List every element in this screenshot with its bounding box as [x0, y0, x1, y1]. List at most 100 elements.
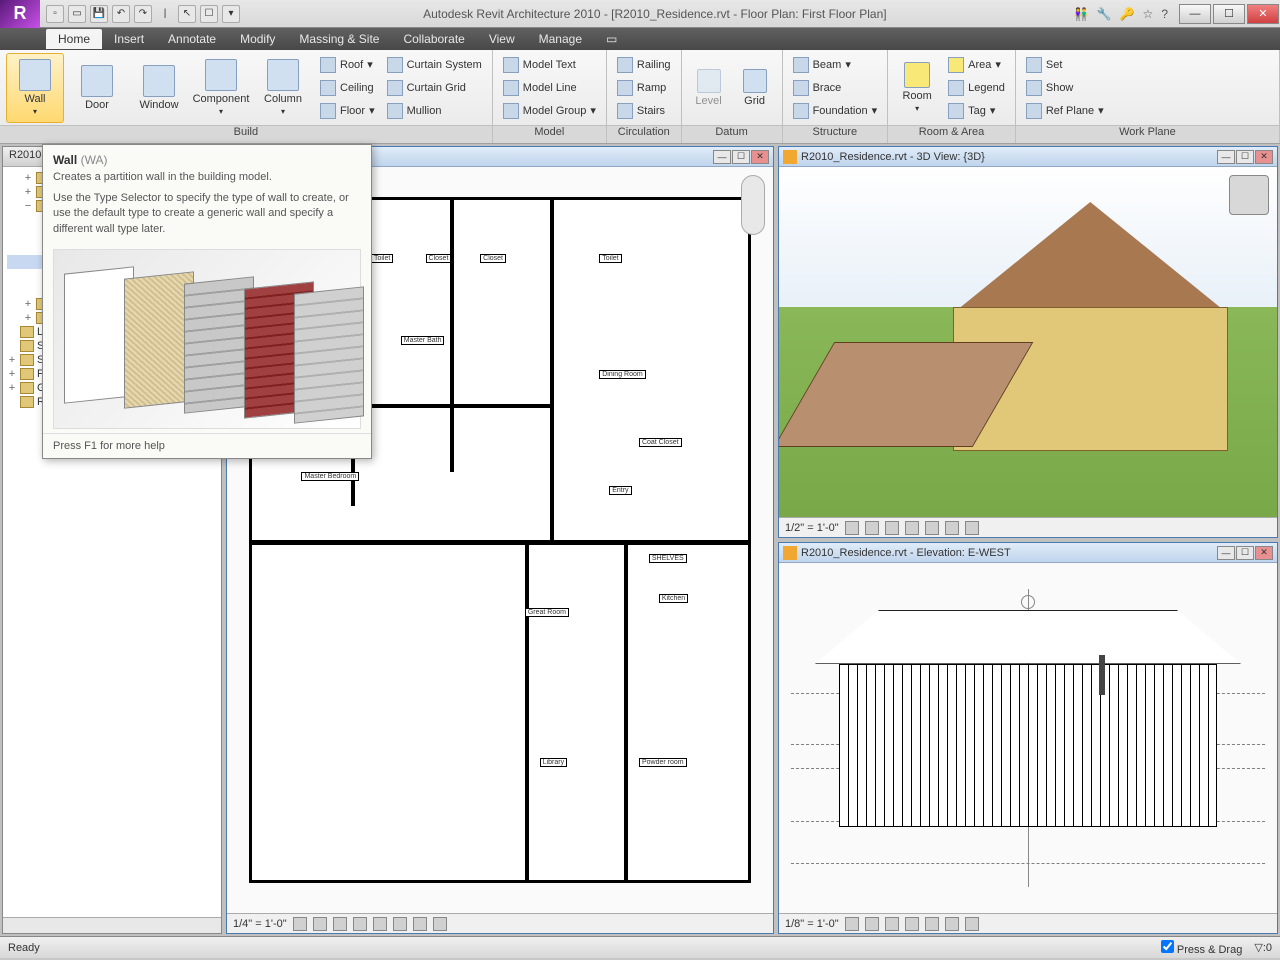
- dropdown-icon[interactable]: ▾: [222, 5, 240, 23]
- box-icon[interactable]: ☐: [200, 5, 218, 23]
- visual-style-icon[interactable]: [865, 521, 879, 535]
- visual-style-icon[interactable]: [313, 917, 327, 931]
- tab-extra-icon[interactable]: ▭: [594, 29, 629, 49]
- crop-icon[interactable]: [925, 917, 939, 931]
- tab-view[interactable]: View: [477, 29, 527, 49]
- tab-home[interactable]: Home: [46, 29, 102, 49]
- open-icon[interactable]: ▭: [68, 5, 86, 23]
- shadows-icon[interactable]: [905, 521, 919, 535]
- ceiling-button[interactable]: Ceiling: [316, 77, 379, 99]
- component-button[interactable]: Component▾: [192, 53, 250, 123]
- modify-icon[interactable]: ↖: [178, 5, 196, 23]
- hide-icon[interactable]: [945, 521, 959, 535]
- nav-wheel-icon[interactable]: [741, 175, 765, 235]
- hide-icon[interactable]: [413, 917, 427, 931]
- star-icon[interactable]: ☆: [1143, 7, 1154, 21]
- model-text-button[interactable]: Model Text: [499, 54, 600, 76]
- crop-region-icon[interactable]: [393, 917, 407, 931]
- tab-modify[interactable]: Modify: [228, 29, 287, 49]
- vp-3d-canvas[interactable]: [779, 167, 1277, 517]
- legend-button[interactable]: Legend: [944, 77, 1009, 99]
- vp-max-icon[interactable]: ☐: [1236, 150, 1254, 164]
- shadows-icon[interactable]: [905, 917, 919, 931]
- vp-elev-scale[interactable]: 1/8" = 1'-0": [785, 918, 839, 930]
- ref-plane-button[interactable]: Ref Plane ▾: [1022, 100, 1108, 122]
- window-button[interactable]: Window: [130, 53, 188, 123]
- vp-floor-scale[interactable]: 1/4" = 1'-0": [233, 918, 287, 930]
- tab-insert[interactable]: Insert: [102, 29, 156, 49]
- wall-button[interactable]: Wall▾: [6, 53, 64, 123]
- room-button[interactable]: Room▾: [894, 53, 940, 123]
- vp-3d-scale[interactable]: 1/2" = 1'-0": [785, 522, 839, 534]
- vp-close-icon[interactable]: ✕: [751, 150, 769, 164]
- browser-scrollbar[interactable]: [3, 917, 221, 933]
- curtain-system-button[interactable]: Curtain System: [383, 54, 486, 76]
- maximize-button[interactable]: ☐: [1213, 4, 1245, 24]
- curtain-grid-button[interactable]: Curtain Grid: [383, 77, 486, 99]
- model-group-button[interactable]: Model Group ▾: [499, 100, 600, 122]
- reveal-icon[interactable]: [965, 521, 979, 535]
- column-button[interactable]: Column▾: [254, 53, 312, 123]
- viewcube-icon[interactable]: [1229, 175, 1269, 215]
- minimize-button[interactable]: —: [1179, 4, 1211, 24]
- vp-min-icon[interactable]: —: [1217, 546, 1235, 560]
- beam-button[interactable]: Beam ▾: [789, 54, 882, 76]
- tab-massing-site[interactable]: Massing & Site: [287, 29, 391, 49]
- vp-max-icon[interactable]: ☐: [732, 150, 750, 164]
- vp-3d-titlebar[interactable]: R2010_Residence.rvt - 3D View: {3D} — ☐ …: [779, 147, 1277, 167]
- ramp-button[interactable]: Ramp: [613, 77, 675, 99]
- tag-button[interactable]: Tag ▾: [944, 100, 1009, 122]
- wrench-icon[interactable]: 🔧: [1097, 7, 1112, 21]
- close-button[interactable]: ✕: [1247, 4, 1279, 24]
- vp-min-icon[interactable]: —: [713, 150, 731, 164]
- vp-min-icon[interactable]: —: [1217, 150, 1235, 164]
- door-button[interactable]: Door: [68, 53, 126, 123]
- visual-style-icon[interactable]: [865, 917, 879, 931]
- detail-level-icon[interactable]: [845, 521, 859, 535]
- set-button[interactable]: Set: [1022, 54, 1108, 76]
- reveal-icon[interactable]: [433, 917, 447, 931]
- railing-button[interactable]: Railing: [613, 54, 675, 76]
- undo-icon[interactable]: ↶: [112, 5, 130, 23]
- model-line-button[interactable]: Model Line: [499, 77, 600, 99]
- floor-button[interactable]: Floor ▾: [316, 100, 379, 122]
- sun-path-icon[interactable]: [333, 917, 347, 931]
- vp-elev-canvas[interactable]: [779, 563, 1277, 913]
- tab-collaborate[interactable]: Collaborate: [391, 29, 476, 49]
- help-icon[interactable]: ?: [1161, 7, 1168, 21]
- detail-level-icon[interactable]: [293, 917, 307, 931]
- vp-close-icon[interactable]: ✕: [1255, 546, 1273, 560]
- mullion-button[interactable]: Mullion: [383, 100, 486, 122]
- filter-icon[interactable]: ▽:0: [1254, 941, 1272, 954]
- brace-button[interactable]: Brace: [789, 77, 882, 99]
- stairs-button[interactable]: Stairs: [613, 100, 675, 122]
- save-icon[interactable]: 💾: [90, 5, 108, 23]
- show-button[interactable]: Show: [1022, 77, 1108, 99]
- hide-icon[interactable]: [945, 917, 959, 931]
- redo-icon[interactable]: ↷: [134, 5, 152, 23]
- new-icon[interactable]: ▫: [46, 5, 64, 23]
- foundation-button[interactable]: Foundation ▾: [789, 100, 882, 122]
- mullion-icon: [387, 103, 403, 119]
- area-button[interactable]: Area ▾: [944, 54, 1009, 76]
- binoculars-icon[interactable]: 👫: [1074, 7, 1089, 21]
- sun-path-icon[interactable]: [885, 917, 899, 931]
- reveal-icon[interactable]: [965, 917, 979, 931]
- crop-icon[interactable]: [373, 917, 387, 931]
- detail-level-icon[interactable]: [845, 917, 859, 931]
- shadows-icon[interactable]: [353, 917, 367, 931]
- sun-path-icon[interactable]: [885, 521, 899, 535]
- tab-manage[interactable]: Manage: [527, 29, 594, 49]
- roof-button[interactable]: Roof ▾: [316, 54, 379, 76]
- tab-annotate[interactable]: Annotate: [156, 29, 228, 49]
- vp-close-icon[interactable]: ✕: [1255, 150, 1273, 164]
- press-drag-toggle[interactable]: Press & Drag: [1161, 940, 1242, 956]
- vp-elev-titlebar[interactable]: R2010_Residence.rvt - Elevation: E-WEST …: [779, 543, 1277, 563]
- level-button[interactable]: Level: [688, 53, 730, 123]
- crop-icon[interactable]: [925, 521, 939, 535]
- vp-max-icon[interactable]: ☐: [1236, 546, 1254, 560]
- app-menu-button[interactable]: R: [0, 0, 40, 28]
- tooltip-body: Use the Type Selector to specify the typ…: [43, 191, 371, 245]
- key-icon[interactable]: 🔑: [1120, 7, 1135, 21]
- grid-button[interactable]: Grid: [734, 53, 776, 123]
